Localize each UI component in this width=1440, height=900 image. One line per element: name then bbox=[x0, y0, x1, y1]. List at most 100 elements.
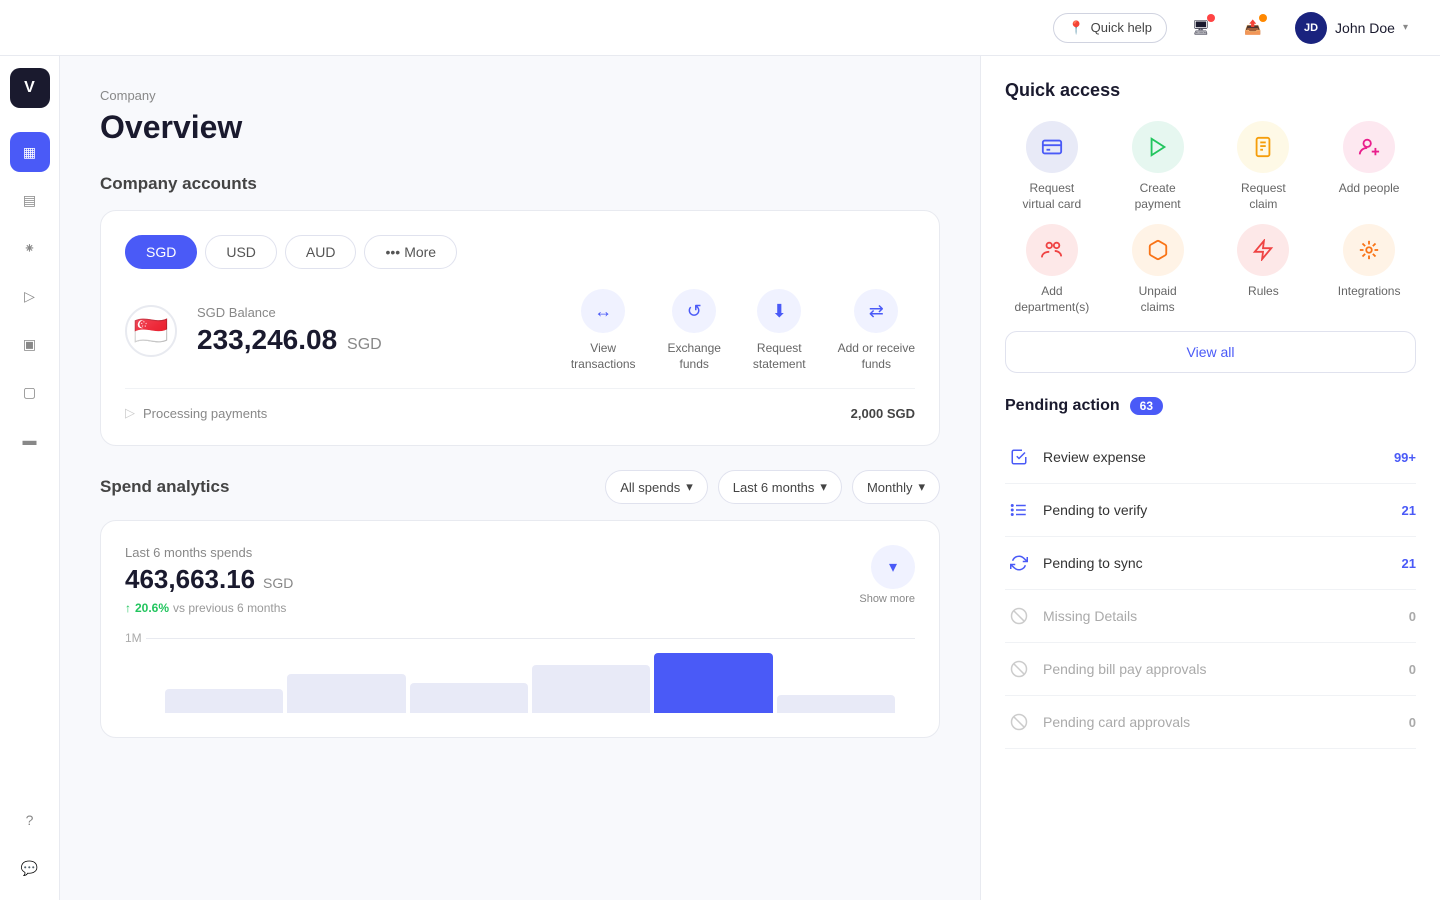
currency-tab-aud[interactable]: AUD bbox=[285, 235, 357, 269]
chart-y-label: 1M bbox=[125, 631, 142, 645]
integrations-icon bbox=[1343, 224, 1395, 276]
notification-icon: 🖥 bbox=[1192, 19, 1210, 36]
balance-label: SGD Balance bbox=[197, 305, 551, 320]
filter-all-spends[interactable]: All spends ▾ bbox=[605, 470, 708, 504]
spend-label: Last 6 months spends bbox=[125, 545, 293, 560]
company-accounts-title: Company accounts bbox=[100, 174, 940, 194]
chevron-down-icon: ▾ bbox=[1403, 22, 1408, 33]
quick-access-title: Quick access bbox=[1005, 80, 1416, 101]
cards-icon: ⁕ bbox=[24, 240, 36, 257]
help-circle-icon: ? bbox=[26, 812, 34, 828]
processing-icon: ▷ bbox=[125, 405, 135, 421]
share-icon: 📤 bbox=[1244, 19, 1261, 36]
sidebar-item-chat[interactable]: 💬 bbox=[10, 848, 50, 888]
chevron-down-icon: ▾ bbox=[820, 479, 827, 495]
pending-item-card-approvals[interactable]: Pending card approvals 0 bbox=[1005, 696, 1416, 749]
last-6-months-label: Last 6 months bbox=[733, 480, 815, 495]
qa-rules-label: Rules bbox=[1248, 284, 1279, 300]
pending-verify-count: 21 bbox=[1402, 503, 1416, 518]
exchange-funds-label: Exchangefunds bbox=[668, 341, 721, 372]
notifications-button[interactable]: 🖥 bbox=[1183, 10, 1219, 46]
chat-icon: 💬 bbox=[21, 860, 38, 877]
pending-item-review-expense[interactable]: Review expense 99+ bbox=[1005, 431, 1416, 484]
qa-request-claim[interactable]: Requestclaim bbox=[1217, 121, 1311, 212]
pending-item-verify[interactable]: Pending to verify 21 bbox=[1005, 484, 1416, 537]
page-title: Overview bbox=[100, 109, 940, 146]
currency-tab-sgd[interactable]: SGD bbox=[125, 235, 197, 269]
show-more-button[interactable]: ▾ bbox=[871, 545, 915, 589]
rules-icon bbox=[1237, 224, 1289, 276]
sidebar-item-help[interactable]: ? bbox=[10, 800, 50, 840]
pending-item-sync[interactable]: Pending to sync 21 bbox=[1005, 537, 1416, 590]
exchange-funds-btn[interactable]: ↺ Exchangefunds bbox=[668, 289, 721, 372]
all-spends-label: All spends bbox=[620, 480, 680, 495]
pending-sync-icon bbox=[1005, 549, 1033, 577]
change-pct: 20.6% bbox=[135, 601, 169, 615]
overview-icon: ▦ bbox=[23, 144, 36, 161]
add-receive-funds-icon: ⇄ bbox=[854, 289, 898, 333]
missing-details-count: 0 bbox=[1409, 609, 1416, 624]
change-up-icon: ↑ bbox=[125, 601, 131, 615]
qa-add-people[interactable]: Add people bbox=[1322, 121, 1416, 212]
qa-unpaid-claims[interactable]: Unpaidclaims bbox=[1111, 224, 1205, 315]
pending-item-bill-pay[interactable]: Pending bill pay approvals 0 bbox=[1005, 643, 1416, 696]
bill-pay-label: Pending bill pay approvals bbox=[1043, 661, 1206, 677]
payments-icon: ▷ bbox=[24, 288, 35, 305]
qa-request-virtual-card-label: Requestvirtual card bbox=[1023, 181, 1082, 212]
request-statement-btn[interactable]: ⬇ Requeststatement bbox=[753, 289, 806, 372]
review-expense-icon bbox=[1005, 443, 1033, 471]
qa-integrations-label: Integrations bbox=[1338, 284, 1401, 300]
add-people-icon bbox=[1343, 121, 1395, 173]
share-button[interactable]: 📤 bbox=[1235, 10, 1271, 46]
view-all-button[interactable]: View all bbox=[1005, 331, 1416, 373]
wallet-icon: ▢ bbox=[23, 384, 36, 401]
reports-icon: ▣ bbox=[23, 336, 36, 353]
processing-amount: 2,000 SGD bbox=[851, 406, 915, 421]
view-transactions-icon: ↔ bbox=[581, 289, 625, 333]
currency-tab-more[interactable]: ••• More bbox=[364, 235, 457, 269]
request-virtual-card-icon bbox=[1026, 121, 1078, 173]
quick-help-label: Quick help bbox=[1091, 20, 1152, 35]
sidebar-item-docs[interactable]: ▬ bbox=[10, 420, 50, 460]
add-department-icon bbox=[1026, 224, 1078, 276]
qa-add-people-label: Add people bbox=[1339, 181, 1400, 197]
qa-create-payment-label: Createpayment bbox=[1135, 181, 1181, 212]
qa-request-virtual-card[interactable]: Requestvirtual card bbox=[1005, 121, 1099, 212]
missing-details-label: Missing Details bbox=[1043, 608, 1137, 624]
currency-tab-usd[interactable]: USD bbox=[205, 235, 277, 269]
request-claim-icon bbox=[1237, 121, 1289, 173]
qa-rules[interactable]: Rules bbox=[1217, 224, 1311, 315]
sidebar-item-overview[interactable]: ▦ bbox=[10, 132, 50, 172]
sidebar-item-payments[interactable]: ▷ bbox=[10, 276, 50, 316]
filter-monthly[interactable]: Monthly ▾ bbox=[852, 470, 940, 504]
qa-create-payment[interactable]: Createpayment bbox=[1111, 121, 1205, 212]
balance-currency: SGD bbox=[347, 336, 382, 353]
pending-verify-label: Pending to verify bbox=[1043, 502, 1147, 518]
missing-details-icon bbox=[1005, 602, 1033, 630]
exchange-funds-icon: ↺ bbox=[672, 289, 716, 333]
qa-integrations[interactable]: Integrations bbox=[1322, 224, 1416, 315]
qa-unpaid-claims-label: Unpaidclaims bbox=[1139, 284, 1177, 315]
monthly-label: Monthly bbox=[867, 480, 913, 495]
breadcrumb: Company bbox=[100, 88, 940, 103]
pending-items-list: Review expense 99+ Pending to verify 21 bbox=[1005, 431, 1416, 749]
sidebar-item-cards[interactable]: ⁕ bbox=[10, 228, 50, 268]
analytics-title: Spend analytics bbox=[100, 477, 229, 497]
sidebar-item-reports[interactable]: ▣ bbox=[10, 324, 50, 364]
sidebar-item-wallet[interactable]: ▢ bbox=[10, 372, 50, 412]
bill-pay-count: 0 bbox=[1409, 662, 1416, 677]
view-transactions-btn[interactable]: ↔ Viewtransactions bbox=[571, 289, 636, 372]
chevron-down-icon: ▾ bbox=[686, 479, 693, 495]
pending-sync-count: 21 bbox=[1402, 556, 1416, 571]
show-more-label: Show more bbox=[859, 593, 915, 605]
review-expense-label: Review expense bbox=[1043, 449, 1146, 465]
user-menu[interactable]: JD John Doe ▾ bbox=[1287, 8, 1416, 48]
sidebar-item-analytics[interactable]: ▤ bbox=[10, 180, 50, 220]
filter-last-6-months[interactable]: Last 6 months ▾ bbox=[718, 470, 842, 504]
spend-chart-card: Last 6 months spends 463,663.16 SGD ↑ 20… bbox=[100, 520, 940, 738]
quick-help-button[interactable]: 📍 Quick help bbox=[1053, 13, 1167, 43]
quick-access-grid: Requestvirtual card Createpayment Reques… bbox=[1005, 121, 1416, 315]
add-receive-funds-btn[interactable]: ⇄ Add or receivefunds bbox=[838, 289, 915, 372]
qa-add-department[interactable]: Adddepartment(s) bbox=[1005, 224, 1099, 315]
pending-item-missing-details[interactable]: Missing Details 0 bbox=[1005, 590, 1416, 643]
